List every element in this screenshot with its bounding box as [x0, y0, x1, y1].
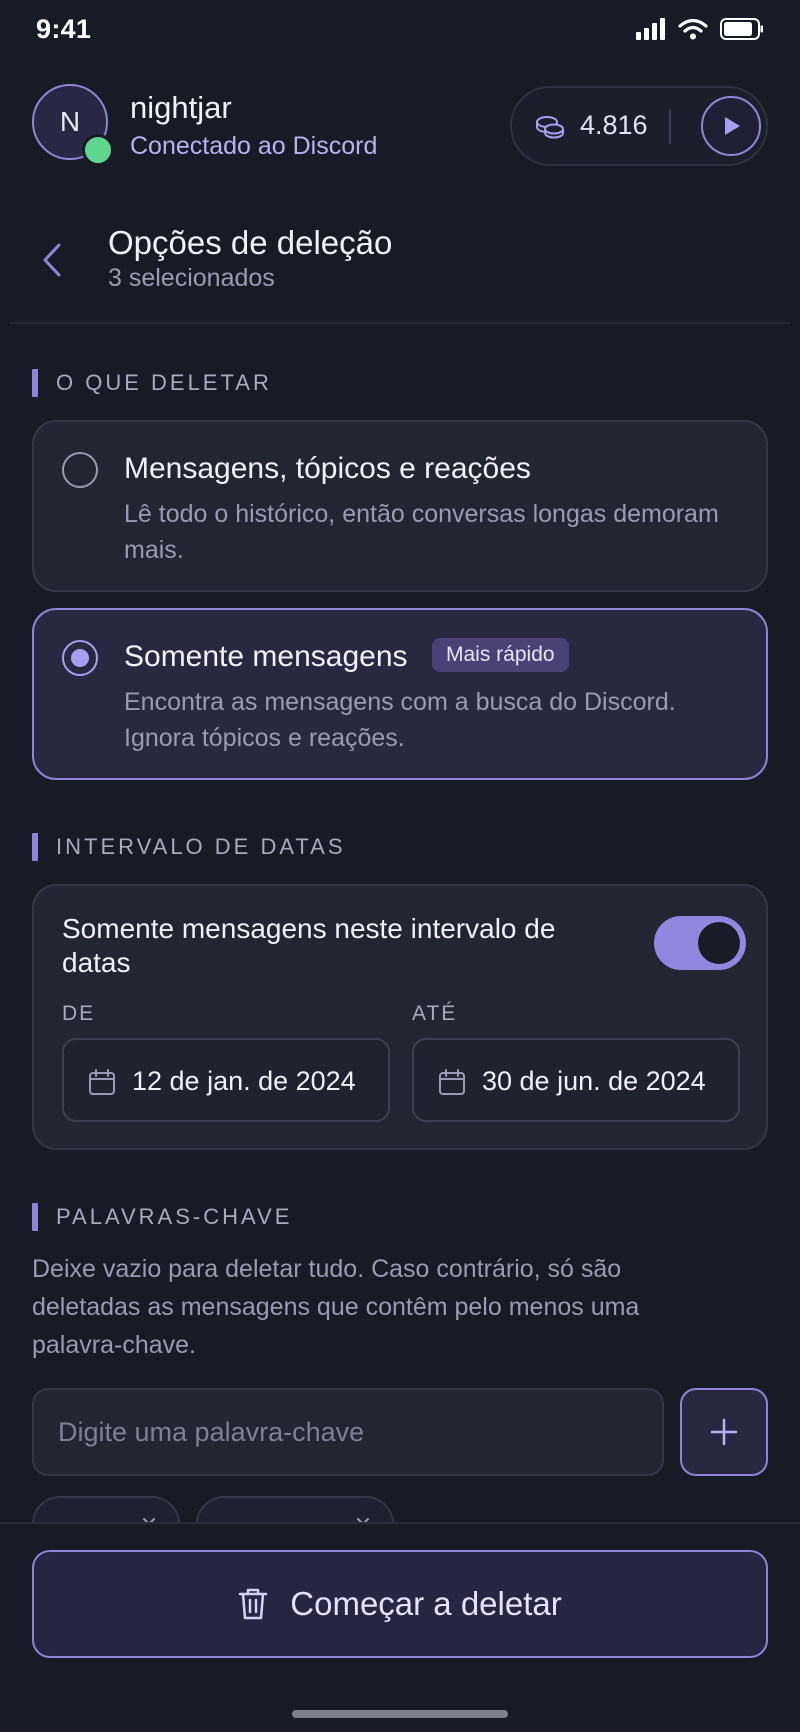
chevron-left-icon — [43, 243, 61, 277]
option-messages-threads-reactions[interactable]: Mensagens, tópicos e reações Lê todo o h… — [32, 420, 768, 592]
coins-balance-pill[interactable]: 4.816 — [510, 86, 768, 166]
coins-divider — [669, 110, 671, 144]
back-button[interactable] — [36, 238, 68, 282]
screen: 9:41 N nightjar Conectado ao Discord 4.8… — [0, 0, 800, 1732]
from-date-field[interactable]: 12 de jan. de 2024 — [62, 1038, 390, 1122]
add-keyword-button[interactable] — [680, 1388, 768, 1476]
option-description: Lê todo o histórico, então conversas lon… — [124, 500, 719, 564]
page-title: Opções de deleção — [108, 224, 393, 261]
section-label: INTERVALO DE DATAS — [56, 834, 346, 859]
calendar-icon — [89, 1069, 115, 1095]
keywords-help-text: Deixe vazio para deletar tudo. Caso cont… — [32, 1255, 640, 1359]
section-date-range: INTERVALO DE DATAS — [32, 832, 346, 862]
signal-icon — [636, 18, 665, 40]
from-date-value: 12 de jan. de 2024 — [132, 1066, 356, 1096]
keyword-input[interactable] — [32, 1388, 664, 1476]
status-icons — [636, 18, 764, 40]
selection-count: 3 selecionados — [108, 264, 275, 292]
wifi-icon — [678, 18, 708, 40]
status-bar: 9:41 — [0, 0, 800, 62]
radio-selected[interactable] — [62, 640, 98, 676]
connection-status: Conectado ao Discord — [130, 132, 378, 160]
section-accent-bar — [32, 1203, 38, 1231]
section-what-to-delete: O QUE DELETAR — [32, 368, 272, 398]
from-label: DE — [62, 1002, 96, 1025]
play-icon — [725, 117, 740, 135]
option-messages-only[interactable]: Somente mensagens Mais rápido Encontra a… — [32, 608, 768, 780]
coins-icon — [536, 116, 564, 139]
option-title: Mensagens, tópicos e reações — [124, 452, 531, 485]
coins-value: 4.816 — [580, 110, 648, 140]
divider — [10, 322, 790, 324]
plus-icon — [710, 1418, 738, 1446]
to-label: ATÉ — [412, 1002, 458, 1025]
start-deleting-label: Começar a deletar — [290, 1585, 562, 1622]
radio-unselected[interactable] — [62, 452, 98, 488]
section-label: PALAVRAS-CHAVE — [56, 1204, 293, 1229]
section-keywords: PALAVRAS-CHAVE — [32, 1202, 292, 1232]
start-deleting-button[interactable]: Começar a deletar — [32, 1550, 768, 1658]
online-status-dot — [82, 134, 114, 166]
toggle-knob — [698, 922, 740, 964]
section-accent-bar — [32, 369, 38, 397]
section-accent-bar — [32, 833, 38, 861]
play-button[interactable] — [701, 96, 761, 156]
home-indicator — [292, 1710, 508, 1718]
date-range-toggle-label: Somente mensagens neste intervalo de dat… — [62, 913, 556, 978]
to-date-value: 30 de jun. de 2024 — [482, 1066, 706, 1096]
date-range-toggle[interactable] — [654, 916, 746, 970]
trash-icon — [239, 1588, 268, 1620]
option-title: Somente mensagens — [124, 640, 408, 673]
bottom-action-bar: Começar a deletar — [0, 1522, 800, 1732]
status-time: 9:41 — [36, 14, 92, 44]
to-date-field[interactable]: 30 de jun. de 2024 — [412, 1038, 740, 1122]
section-label: O QUE DELETAR — [56, 370, 272, 395]
battery-icon — [720, 18, 763, 40]
date-range-card: Somente mensagens neste intervalo de dat… — [32, 884, 768, 1150]
option-description: Encontra as mensagens com a busca do Dis… — [124, 688, 676, 752]
faster-badge: Mais rápido — [432, 638, 569, 672]
radio-dot — [71, 649, 89, 667]
user-name: nightjar — [130, 90, 232, 125]
calendar-icon — [439, 1069, 465, 1095]
avatar[interactable]: N — [32, 84, 114, 166]
